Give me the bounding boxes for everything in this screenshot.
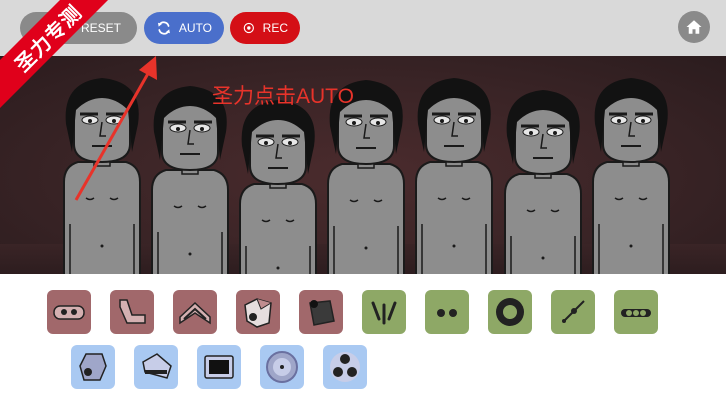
performer-character[interactable] <box>144 82 236 274</box>
sound-tile-melodies[interactable] <box>134 345 178 389</box>
beat-chevron-icon <box>179 301 211 325</box>
stage <box>0 56 726 274</box>
melody-screen-icon <box>204 355 234 379</box>
sound-tile-melodies[interactable] <box>323 345 367 389</box>
home-icon <box>686 20 702 34</box>
effect-dots-icon <box>621 309 651 317</box>
sound-palette <box>0 274 726 406</box>
beat-pill-icon <box>53 305 85 320</box>
rec-button[interactable]: REC <box>230 12 300 44</box>
effect-eyes-icon <box>437 309 457 317</box>
melody-hexagon-icon <box>79 353 107 381</box>
performer-character[interactable] <box>408 74 500 274</box>
sound-tile-melodies[interactable] <box>197 345 241 389</box>
refresh-icon <box>157 21 170 35</box>
sound-tile-beats[interactable] <box>173 290 217 334</box>
beat-bent-pipe-icon <box>119 299 146 324</box>
sound-tile-effects[interactable] <box>551 290 595 334</box>
beat-shield-icon <box>244 298 272 328</box>
auto-button[interactable]: AUTO <box>144 12 224 44</box>
performer-character[interactable] <box>232 96 324 274</box>
sound-tile-effects[interactable] <box>425 290 469 334</box>
sound-tile-effects[interactable] <box>488 290 532 334</box>
sound-tile-melodies[interactable] <box>260 345 304 389</box>
beat-cube-icon <box>309 300 335 326</box>
toolbar: RESET AUTO REC <box>0 0 726 56</box>
performer-character[interactable] <box>497 86 589 274</box>
home-button[interactable] <box>678 11 710 43</box>
effect-ring-icon <box>496 298 524 326</box>
melody-disc-icon <box>266 351 298 383</box>
reset-label: RESET <box>80 21 121 35</box>
sound-tile-beats[interactable] <box>236 290 280 334</box>
performer-character[interactable] <box>585 74 677 274</box>
sound-tile-melodies[interactable] <box>71 345 115 389</box>
sound-tile-beats[interactable] <box>47 290 91 334</box>
sound-tile-effects[interactable] <box>362 290 406 334</box>
annotation-text: 圣力点击AUTO <box>212 85 354 108</box>
record-icon <box>243 22 254 34</box>
effect-tree-icon <box>371 301 397 325</box>
sound-tile-effects[interactable] <box>614 290 658 334</box>
rec-label: REC <box>262 21 288 35</box>
sound-tile-beats[interactable] <box>299 290 343 334</box>
effect-antenna-icon <box>562 300 585 323</box>
auto-label: AUTO <box>178 21 212 35</box>
sound-tile-beats[interactable] <box>110 290 154 334</box>
performer-character[interactable] <box>56 74 148 274</box>
melody-wedge-icon <box>142 353 172 379</box>
melody-three-dots-icon <box>330 352 360 382</box>
